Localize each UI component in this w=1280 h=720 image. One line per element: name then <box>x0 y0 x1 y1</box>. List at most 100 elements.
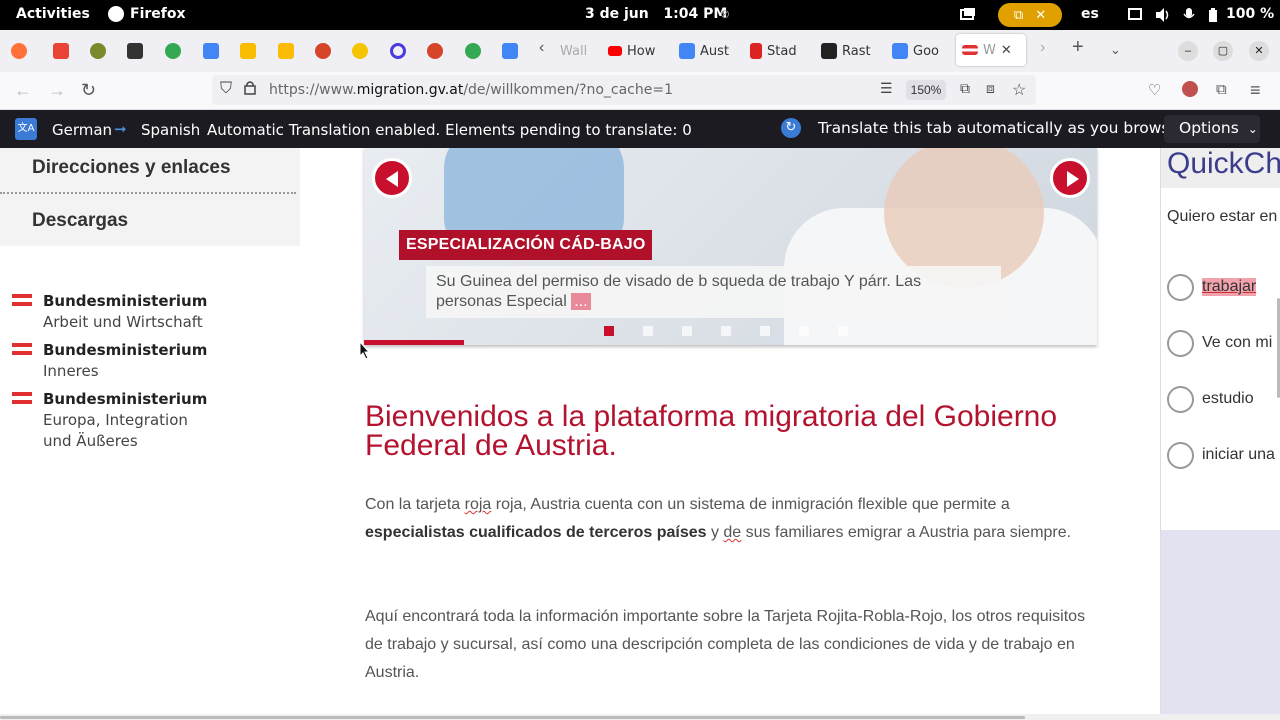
youtube-icon <box>608 46 622 56</box>
slides-icon[interactable] <box>240 43 256 59</box>
arrow-left-icon <box>386 171 398 187</box>
pinned-tab-icon[interactable] <box>90 43 106 59</box>
navigation-bar: ← → ↻ ⛉ https://www.migration.gv.at/de/w… <box>0 72 1280 110</box>
apps-icon[interactable] <box>127 43 143 59</box>
microphone-icon[interactable] <box>1183 8 1197 22</box>
translate-icon[interactable]: ⧈ <box>986 80 995 97</box>
logo-line2: Arbeit und Wirtschaft <box>43 313 203 331</box>
slider-progress <box>364 340 464 345</box>
radio-button[interactable] <box>1167 273 1194 301</box>
slider-dot[interactable] <box>682 326 692 336</box>
docs-icon[interactable] <box>502 43 518 59</box>
new-tab-icon[interactable]: + <box>1072 36 1084 59</box>
radio-button[interactable] <box>1167 441 1194 469</box>
translate-page-icon[interactable]: ⧉ <box>960 80 970 97</box>
slide-caption-more[interactable]: ... <box>571 293 591 310</box>
close-window-icon[interactable]: ✕ <box>1249 41 1269 61</box>
quick-check-header: QuickCh <box>1161 148 1280 188</box>
maximize-icon[interactable]: ▢ <box>1213 41 1233 61</box>
reader-view-icon[interactable]: ☰ <box>880 80 893 97</box>
lock-icon[interactable] <box>244 80 256 100</box>
clock[interactable]: 3 de jun 1:04 PM <box>585 6 727 22</box>
bookmark-star-icon[interactable]: ☆ <box>1012 80 1026 100</box>
sidebar-item-descargas[interactable]: Descargas <box>32 210 128 232</box>
screen-share-indicator[interactable]: ⧉ ✕ <box>998 3 1062 27</box>
tab-active-migration[interactable]: W ✕ <box>956 34 1026 66</box>
radio-option-trabajar[interactable]: trabajar <box>1167 273 1257 301</box>
language-indicator[interactable]: es <box>1081 6 1099 22</box>
extensions-icon[interactable]: ⧉ <box>1216 81 1227 98</box>
pinned-tab-icon[interactable] <box>165 43 181 59</box>
tab-austria-doc[interactable]: Aust <box>679 38 729 64</box>
shield-icon <box>750 43 762 59</box>
slider-prev-button[interactable] <box>372 158 412 198</box>
app-menu[interactable]: Firefox <box>108 6 186 22</box>
tab-amazon[interactable]: Rast <box>821 38 871 64</box>
url-text[interactable]: https://www.migration.gv.at/de/willkomme… <box>269 82 673 98</box>
sidebar-item-direcciones[interactable]: Direcciones y enlaces <box>32 157 231 179</box>
slides-icon[interactable] <box>278 43 294 59</box>
sync-icon[interactable]: ↻ <box>781 118 801 138</box>
forward-icon[interactable]: → <box>48 80 66 101</box>
chevron-down-icon: ⌄ <box>1247 122 1258 136</box>
radio-button[interactable] <box>1167 329 1194 357</box>
slider-next-button[interactable] <box>1050 158 1090 198</box>
options-label: Options <box>1179 119 1239 137</box>
account-avatar[interactable] <box>1182 81 1198 102</box>
tracking-protection-icon[interactable]: ⛉ <box>220 80 232 98</box>
zoom-level[interactable]: 150% <box>906 80 946 100</box>
tab-label: Wall <box>560 43 588 59</box>
tab-youtube[interactable]: How <box>608 38 655 64</box>
screen-icon[interactable] <box>960 8 975 22</box>
radio-option-estudio[interactable]: estudio <box>1167 385 1254 413</box>
slider-dot[interactable] <box>799 326 809 336</box>
tab-google-translate[interactable]: Goo <box>892 38 939 64</box>
firefox-view-icon[interactable] <box>11 43 27 59</box>
scrollbar-thumb[interactable] <box>0 716 1025 719</box>
target-language[interactable]: Spanish <box>141 121 200 139</box>
radio-option-iniciar[interactable]: iniciar una <box>1167 441 1275 469</box>
scroll-tabs-left-icon[interactable]: ‹ <box>539 39 544 57</box>
slider-dot[interactable] <box>760 326 770 336</box>
tab-stadt[interactable]: Stad <box>750 38 797 64</box>
back-icon[interactable]: ← <box>14 80 32 101</box>
tab-wall[interactable]: Wall <box>555 38 587 64</box>
text-span: sus familiares emigrar a Austria para si… <box>741 524 1072 541</box>
pinned-tab-icon[interactable] <box>352 43 368 59</box>
presentation-icon[interactable] <box>427 43 443 59</box>
slider-dot[interactable] <box>604 326 614 336</box>
slider-dot[interactable] <box>643 326 653 336</box>
menu-icon[interactable]: ≡ <box>1250 80 1261 101</box>
options-button[interactable]: Options ⌄ <box>1164 115 1260 143</box>
auto-translate-toggle[interactable]: Translate this tab automatically as you … <box>818 119 1179 137</box>
text-span: y <box>706 524 724 541</box>
scroll-tabs-right-icon[interactable]: › <box>1040 39 1045 57</box>
url-bar[interactable]: ⛉ https://www.migration.gv.at/de/willkom… <box>212 75 1036 105</box>
system-top-bar: Activities Firefox 3 de jun 1:04 PM ⊘ ⧉ … <box>0 0 1280 30</box>
volume-icon[interactable] <box>1155 8 1169 22</box>
presentation-icon[interactable] <box>315 43 331 59</box>
slider-dot[interactable] <box>838 326 848 336</box>
pocket-icon[interactable]: ♡ <box>1148 81 1161 99</box>
slide-caption[interactable]: Su Guinea del permiso de visado de b squ… <box>426 266 1001 318</box>
minimize-icon[interactable]: – <box>1178 41 1198 61</box>
tab-label: Stad <box>767 43 797 59</box>
gmail-icon[interactable] <box>53 43 69 59</box>
slide-badge[interactable]: ESPECIALIZACIÓN CÁD-BAJO <box>399 230 653 260</box>
radio-option-familia[interactable]: Ve con mi <box>1167 329 1272 357</box>
slider-dot[interactable] <box>721 326 731 336</box>
text-span: Con la tarjeta <box>365 496 465 513</box>
close-tab-icon[interactable]: ✕ <box>1001 43 1012 58</box>
radio-button[interactable] <box>1167 385 1194 413</box>
play-icon[interactable] <box>465 43 481 59</box>
reload-icon[interactable]: ↻ <box>81 80 96 101</box>
activities-button[interactable]: Activities <box>16 6 90 22</box>
docs-icon[interactable] <box>203 43 219 59</box>
search-tab-icon[interactable] <box>390 43 406 59</box>
close-icon[interactable]: ✕ <box>1035 8 1046 23</box>
source-language[interactable]: German <box>52 121 112 139</box>
hero-slider[interactable]: ESPECIALIZACIÓN CÁD-BAJO Su Guinea del p… <box>364 148 1097 345</box>
translation-extension-icon[interactable]: 文A <box>15 118 37 140</box>
list-tabs-icon[interactable]: ⌄ <box>1110 42 1121 58</box>
horizontal-scrollbar[interactable] <box>0 714 1280 720</box>
